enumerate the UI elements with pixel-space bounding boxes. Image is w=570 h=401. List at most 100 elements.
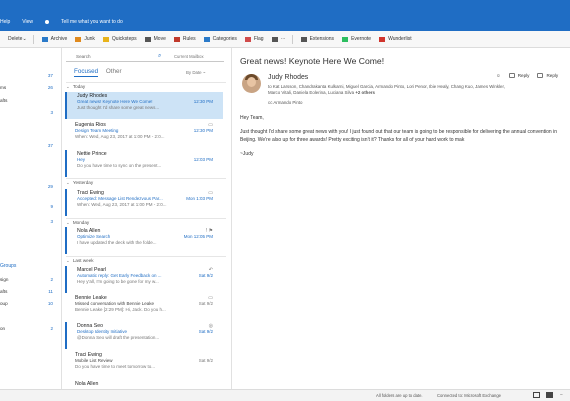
more-icon	[271, 36, 278, 42]
message-preview: Bennie Leake [2:29 PM]: Hi, Jack. Do you…	[75, 307, 166, 312]
message-date: Sat 9/2	[198, 358, 213, 363]
toolbar-label: ···	[280, 36, 286, 42]
toolbar-delete-button[interactable]: Delete ⌄	[8, 36, 27, 42]
message-item[interactable]: Traci Ewing Mobile List Review Do you have…	[65, 351, 223, 378]
folder-item[interactable]: 29	[0, 184, 58, 191]
message-status-icon: ▭	[208, 295, 213, 301]
message-item[interactable]: Donna Seo Desktop Identity Initiative @Don…	[65, 322, 223, 349]
date-group-header[interactable]: ⌄ Last week	[66, 256, 226, 264]
reply-all-button[interactable]: Reply	[537, 73, 558, 78]
folder-item[interactable]: 9	[0, 204, 58, 211]
toolbar-evernote-button[interactable]: Evernote	[342, 36, 371, 42]
reading-view-icon[interactable]	[546, 392, 553, 398]
emoji-react-button[interactable]: ☺	[496, 73, 501, 78]
group-item[interactable]: oup 10	[0, 301, 58, 308]
message-item[interactable]: Nola Allen	[65, 380, 223, 389]
message-item[interactable]: Bennie Leake Missed conversation with Ben…	[65, 294, 223, 321]
toolbar-label: Categories	[212, 36, 237, 42]
tab-other[interactable]: Other	[106, 68, 122, 75]
message-preview: Hey y'all, I'm going to be gone for my w…	[77, 279, 159, 284]
unread-count: 29	[47, 184, 53, 189]
folder-item[interactable]: 3	[0, 219, 58, 226]
toolbar-label: Delete	[8, 36, 23, 42]
flag-icon	[244, 36, 251, 42]
archive-icon	[41, 36, 48, 42]
recipients-list: Kat Larsson, Chandrakanta Kulkarni, Migu…	[268, 84, 505, 95]
folder-item[interactable]: afts	[0, 98, 58, 105]
message-item[interactable]: Judy Rhodes Great news! Keynote Here We C…	[65, 92, 223, 119]
message-item[interactable]: Eugenia Rios Design Team Meeting When: Wed…	[65, 121, 223, 148]
message-item[interactable]: Nola Allen Optimize Search I have updated …	[65, 227, 223, 254]
message-preview: I have updated the deck with the folde..…	[77, 240, 157, 245]
message-date: Sat 9/2	[198, 329, 213, 334]
toolbar-label: Move	[153, 36, 166, 42]
message-preview: When: Wed, Aug 23, 2017 at 1:00 PM - 2:0…	[75, 134, 165, 139]
sender-name[interactable]: Judy Rhodes	[268, 74, 308, 81]
search-scope-dropdown[interactable]: Current Mailbox	[174, 54, 204, 59]
divider	[291, 34, 293, 44]
folder-item[interactable]: 37	[0, 73, 58, 80]
date-group-header[interactable]: ⌄ Monday	[66, 218, 226, 226]
message-preview: @Donna Seo will draft the presentation..…	[77, 335, 160, 340]
evernote-icon	[342, 36, 349, 42]
folder-item[interactable]: 37	[0, 143, 58, 150]
normal-view-icon[interactable]	[533, 392, 540, 398]
folder-pane: 37 ms 26 afts 3 37 29 9 3 Groups sign 2 afts 11 oup 10 o…	[0, 48, 62, 389]
search-box[interactable]: Search ⌕ Current Mailbox	[66, 52, 224, 62]
message-item[interactable]: Marcel Pearl Automatic reply: Get Early F…	[65, 266, 223, 293]
reply-button[interactable]: Reply	[508, 73, 529, 78]
toolbar-label: Evernote	[351, 36, 372, 42]
tell-me-box[interactable]: Tell me what you want to do	[45, 19, 135, 25]
message-date: Mon 1:03 PM	[186, 196, 213, 201]
zoom-out-icon[interactable]: −	[560, 392, 563, 398]
message-preview: Just thought I'd share some great news..…	[77, 105, 160, 110]
extensions-icon	[300, 36, 307, 42]
unread-count: 37	[47, 143, 53, 148]
toolbar-categories-button[interactable]: Categories	[203, 36, 237, 42]
message-list-pane: Search ⌕ Current Mailbox Focused Other B…	[62, 48, 232, 389]
message-status-icon: ↶	[208, 267, 213, 273]
message-item[interactable]: Nettie Prince Hey Do you have time to sync…	[65, 150, 223, 177]
group-item[interactable]: sign 2	[0, 277, 58, 284]
toolbar-move-button[interactable]: Move	[144, 36, 166, 42]
unread-count: 3	[50, 110, 53, 115]
date-group-header[interactable]: ⌄ Today	[66, 82, 226, 90]
menu-view[interactable]: View	[22, 19, 33, 25]
message-status-icon: ! ⚑	[205, 228, 213, 234]
sort-dropdown[interactable]: By Date ~	[186, 70, 205, 75]
toolbar--button[interactable]: ···	[271, 36, 286, 42]
message-item[interactable]: Traci Ewing Accepted: Message List Rendez…	[65, 189, 223, 216]
group-item[interactable]: on 2	[0, 326, 58, 333]
search-icon[interactable]: ⌕	[158, 53, 161, 60]
folder-item[interactable]: ms 26	[0, 85, 58, 92]
divider	[32, 34, 34, 44]
group-label: afts	[0, 289, 8, 294]
toolbar-label: Quicksteps	[111, 36, 137, 42]
toolbar-archive-button[interactable]: Archive	[41, 36, 68, 42]
more-recipients-link[interactable]: +2 others	[355, 90, 375, 95]
toolbar-wunderlist-button[interactable]: Wunderlist	[379, 36, 412, 42]
toolbar-label: Wunderlist	[388, 36, 412, 42]
junk-icon	[75, 36, 82, 42]
toolbar-extensions-button[interactable]: Extensions	[300, 36, 335, 42]
toolbar-label: Archive	[50, 36, 68, 42]
toolbar-flag-button[interactable]: Flag	[244, 36, 264, 42]
group-item[interactable]: afts 11	[0, 289, 58, 296]
groups-heading[interactable]: Groups	[0, 263, 16, 269]
unread-count: 11	[48, 289, 53, 294]
toolbar-junk-button[interactable]: Junk	[75, 36, 95, 42]
unread-count: 26	[47, 85, 53, 90]
toolbar-label: Extensions	[309, 36, 335, 42]
tab-focused[interactable]: Focused	[74, 68, 99, 77]
move-icon	[144, 36, 151, 42]
menu-help[interactable]: Help	[0, 19, 10, 25]
lightbulb-icon	[45, 19, 50, 24]
folder-item[interactable]: 3	[0, 110, 58, 117]
date-group-header[interactable]: ⌄ Yesterday	[66, 178, 226, 186]
message-date: 12:03 PM	[193, 157, 213, 162]
toolbar-rules-button[interactable]: Rules	[173, 36, 196, 42]
message-sender: Nola Allen	[75, 381, 99, 387]
categories-icon	[203, 36, 210, 42]
toolbar-quicksteps-button[interactable]: Quicksteps	[102, 36, 137, 42]
search-input[interactable]: Search	[76, 54, 91, 59]
